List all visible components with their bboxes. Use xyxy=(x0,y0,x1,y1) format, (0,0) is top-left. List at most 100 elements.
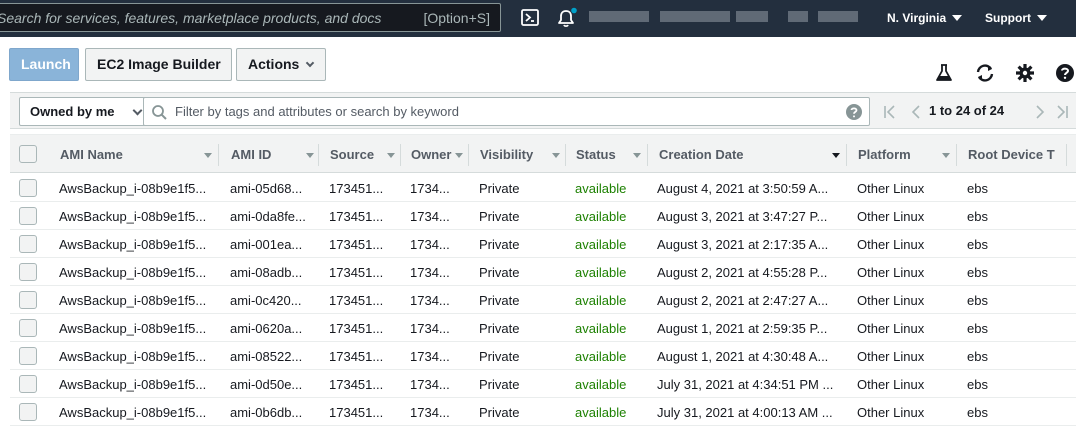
flask-icon[interactable] xyxy=(933,62,955,84)
column-header-status[interactable]: Status xyxy=(576,147,616,162)
owned-by-select[interactable]: Owned by me xyxy=(19,97,152,126)
column-header-visibility[interactable]: Visibility xyxy=(480,147,533,162)
cell-source: 173451... xyxy=(329,265,384,280)
column-header-root-device-type[interactable]: Root Device T xyxy=(968,147,1066,162)
cloudshell-icon[interactable] xyxy=(520,7,542,29)
column-resizer[interactable] xyxy=(565,144,566,166)
ec2-image-builder-button[interactable]: EC2 Image Builder xyxy=(85,48,232,81)
account-info-redacted xyxy=(818,11,858,22)
sort-caret-icon[interactable] xyxy=(633,153,641,158)
cell-ami-id: ami-001ea... xyxy=(230,237,303,252)
chevron-down-icon xyxy=(132,105,143,116)
sort-caret-icon[interactable] xyxy=(942,153,950,158)
column-resizer[interactable] xyxy=(400,144,401,166)
cell-root-device-type: ebs xyxy=(967,265,988,280)
help-icon[interactable] xyxy=(1054,62,1076,84)
region-label: N. Virginia xyxy=(887,11,947,25)
cell-status: available xyxy=(575,209,627,224)
column-resizer[interactable] xyxy=(956,144,957,166)
cell-source: 173451... xyxy=(329,321,384,336)
first-page-icon[interactable] xyxy=(883,105,897,119)
cell-owner: 1734... xyxy=(410,181,450,196)
prev-page-icon[interactable] xyxy=(909,105,923,119)
column-resizer[interactable] xyxy=(318,144,319,166)
cell-ami-name: AwsBackup_i-08b9e1f5... xyxy=(59,181,207,196)
help-icon[interactable] xyxy=(845,103,863,121)
account-info-redacted xyxy=(788,11,808,22)
row-checkbox[interactable] xyxy=(19,403,37,421)
column-header-ami-id[interactable]: AMI ID xyxy=(231,147,271,162)
sort-caret-icon[interactable] xyxy=(204,153,212,158)
table-row[interactable]: AwsBackup_i-08b9e1f5... ami-0d50e... 17345… xyxy=(10,370,1076,398)
table-row[interactable]: AwsBackup_i-08b9e1f5... ami-0620a... 17345… xyxy=(10,314,1076,342)
cell-visibility: Private xyxy=(479,265,520,280)
table-row[interactable]: AwsBackup_i-08b9e1f5... ami-0da8fe... 1734… xyxy=(10,202,1076,230)
cell-owner: 1734... xyxy=(410,293,450,308)
cell-platform: Other Linux xyxy=(857,293,925,308)
sort-caret-icon[interactable] xyxy=(306,153,314,158)
actions-button[interactable]: Actions xyxy=(236,48,326,81)
table-row[interactable]: AwsBackup_i-08b9e1f5... ami-08522... 17345… xyxy=(10,342,1076,370)
row-checkbox[interactable] xyxy=(19,179,37,197)
column-header-source[interactable]: Source xyxy=(330,147,374,162)
column-resizer[interactable] xyxy=(218,144,219,166)
row-checkbox[interactable] xyxy=(19,319,37,337)
column-resizer[interactable] xyxy=(1066,144,1067,166)
cell-visibility: Private xyxy=(479,349,520,364)
table-row[interactable]: AwsBackup_i-08b9e1f5... ami-0c420... 17345… xyxy=(10,286,1076,314)
cell-source: 173451... xyxy=(329,405,384,420)
cell-owner: 1734... xyxy=(410,377,450,392)
row-checkbox[interactable] xyxy=(19,291,37,309)
filter-search-input[interactable]: Filter by tags and attributes or search … xyxy=(143,97,870,126)
column-resizer[interactable] xyxy=(468,144,469,166)
cell-source: 173451... xyxy=(329,293,384,308)
cell-root-device-type: ebs xyxy=(967,405,988,420)
column-header-creation-date[interactable]: Creation Date xyxy=(659,147,744,162)
cell-platform: Other Linux xyxy=(857,377,925,392)
region-selector[interactable]: N. Virginia xyxy=(887,11,963,25)
cell-status: available xyxy=(575,293,627,308)
cell-source: 173451... xyxy=(329,209,384,224)
pagination-label: 1 to 24 of 24 xyxy=(929,103,1005,118)
row-checkbox[interactable] xyxy=(19,263,37,281)
sort-caret-icon[interactable] xyxy=(455,153,463,158)
filter-placeholder: Filter by tags and attributes or search … xyxy=(175,104,459,119)
select-all-checkbox[interactable] xyxy=(19,145,37,163)
column-header-platform[interactable]: Platform xyxy=(858,147,911,162)
cell-root-device-type: ebs xyxy=(967,321,988,336)
sort-caret-icon[interactable] xyxy=(387,153,395,158)
cell-platform: Other Linux xyxy=(857,405,925,420)
cell-root-device-type: ebs xyxy=(967,377,988,392)
column-resizer[interactable] xyxy=(846,144,847,166)
row-checkbox[interactable] xyxy=(19,347,37,365)
row-checkbox[interactable] xyxy=(19,235,37,253)
table-row[interactable]: AwsBackup_i-08b9e1f5... ami-05d68... 17345… xyxy=(10,174,1076,202)
cell-ami-id: ami-05d68... xyxy=(230,181,303,196)
cell-creation-date: July 31, 2021 at 4:00:13 AM ... xyxy=(657,405,833,420)
sort-caret-icon[interactable] xyxy=(832,153,840,158)
table-row[interactable]: AwsBackup_i-08b9e1f5... ami-001ea... 17345… xyxy=(10,230,1076,258)
sort-caret-icon[interactable] xyxy=(552,153,560,158)
column-header-ami-name[interactable]: AMI Name xyxy=(60,147,123,162)
cell-platform: Other Linux xyxy=(857,349,925,364)
last-page-icon[interactable] xyxy=(1055,105,1069,119)
cell-root-device-type: ebs xyxy=(967,349,988,364)
refresh-icon[interactable] xyxy=(974,62,996,84)
support-label: Support xyxy=(985,11,1031,25)
gear-icon[interactable] xyxy=(1014,62,1036,84)
launch-button[interactable]: Launch xyxy=(9,48,79,81)
row-checkbox[interactable] xyxy=(19,375,37,393)
cell-ami-name: AwsBackup_i-08b9e1f5... xyxy=(59,237,207,252)
next-page-icon[interactable] xyxy=(1033,105,1047,119)
table-row[interactable]: AwsBackup_i-08b9e1f5... ami-08adb... 17345… xyxy=(10,258,1076,286)
row-checkbox[interactable] xyxy=(19,207,37,225)
table-row[interactable]: AwsBackup_i-08b9e1f5... ami-0b6db... 17345… xyxy=(10,398,1076,426)
support-menu[interactable]: Support xyxy=(985,11,1047,25)
column-resizer[interactable] xyxy=(647,144,648,166)
cell-ami-name: AwsBackup_i-08b9e1f5... xyxy=(59,321,207,336)
column-header-owner[interactable]: Owner xyxy=(411,147,451,162)
cell-visibility: Private xyxy=(479,321,520,336)
global-search-input[interactable]: Search for services, features, marketpla… xyxy=(0,3,501,32)
bell-icon[interactable] xyxy=(555,7,577,29)
cell-status: available xyxy=(575,377,627,392)
